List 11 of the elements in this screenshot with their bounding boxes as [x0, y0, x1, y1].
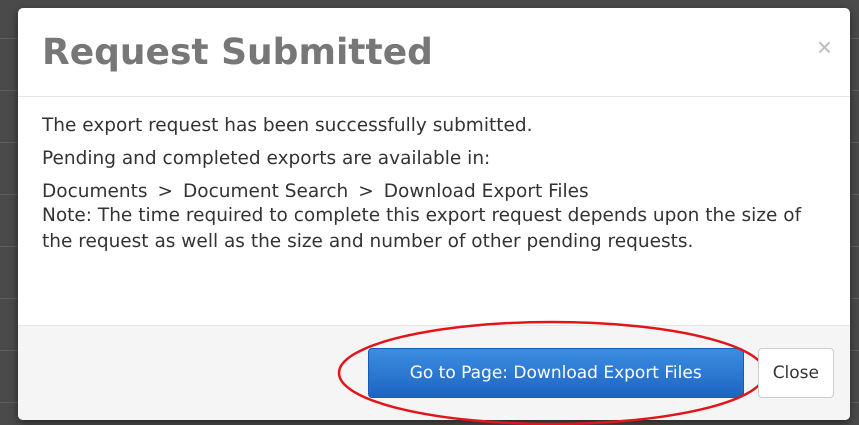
message-text: The export request has been successfully submitted.: [42, 115, 534, 136]
note-text: Note: The time required to complete this export request depends upon the size of the request as well as the size and number of other pending requests.: [42, 204, 802, 254]
path-item: Download Export Files: [384, 181, 589, 203]
path-separator: >: [157, 181, 173, 203]
dialog-title: Request Submitted: [42, 32, 433, 72]
path-item: Document Search: [183, 181, 348, 203]
path-item: Documents: [42, 181, 148, 203]
go-to-page-button[interactable]: Go to Page: Download Export Files: [368, 348, 744, 398]
path-separator: >: [358, 181, 374, 203]
message-text: Pending and completed exports are available in:: [42, 148, 492, 169]
close-button[interactable]: Close: [758, 348, 834, 398]
